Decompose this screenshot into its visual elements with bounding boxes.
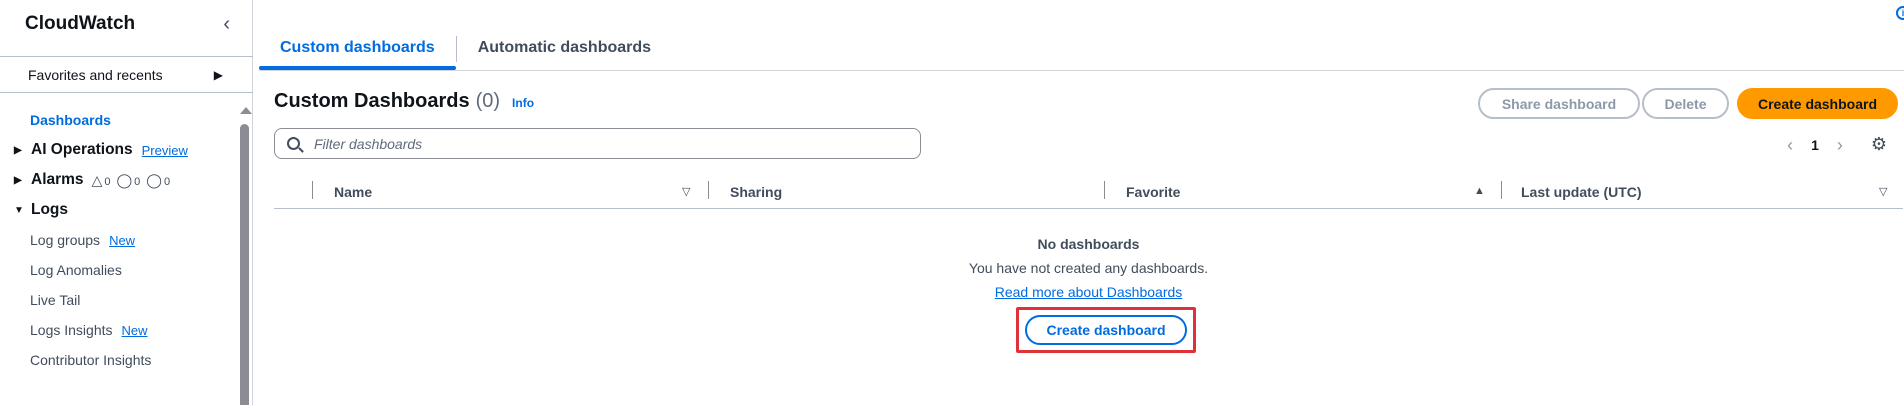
page-number[interactable]: 1 — [1811, 137, 1819, 153]
sidebar-nav: Dashboards ▶ AI Operations Preview ▶ Ala… — [0, 105, 236, 375]
sidebar-title: CloudWatch — [25, 13, 136, 34]
sidebar-item-label: Logs Insights — [30, 322, 113, 338]
alarm-ok-count: ◯ 0 — [116, 172, 140, 189]
sidebar-item-log-anomalies[interactable]: Log Anomalies — [0, 255, 236, 285]
sidebar-item-label: Log groups — [30, 232, 101, 248]
alarm-count-value: 0 — [104, 175, 111, 188]
favorites-label: Favorites and recents — [28, 66, 163, 83]
sidebar-section-label: Logs — [31, 201, 69, 218]
alarm-in-alarm-count: △ 0 — [92, 172, 111, 189]
column-header-favorite[interactable]: Favorite — [1126, 181, 1180, 203]
sidebar-section-logs[interactable]: ▼ Logs — [0, 195, 236, 225]
alarm-count-value: 0 — [134, 175, 141, 188]
ellipsis-circle-icon: ◯ — [146, 171, 162, 188]
page-title-text: Custom Dashboards — [274, 90, 470, 112]
sidebar-item-dashboards[interactable]: Dashboards — [0, 105, 236, 135]
new-badge-link[interactable]: New — [109, 233, 135, 248]
info-link[interactable]: Info — [512, 96, 534, 110]
preview-badge-link[interactable]: Preview — [142, 143, 188, 158]
column-divider[interactable] — [708, 181, 709, 199]
sort-down-icon[interactable]: ▽ — [1879, 185, 1887, 198]
filter-dashboards[interactable] — [274, 128, 921, 159]
tab-list: Custom dashboards Automatic dashboards — [259, 28, 672, 70]
sidebar-item-log-groups[interactable]: Log groups New — [0, 225, 236, 255]
tab-custom-dashboards[interactable]: Custom dashboards — [259, 28, 456, 70]
warning-triangle-icon: △ — [91, 171, 103, 188]
dashboard-count: (0) — [475, 90, 501, 112]
new-badge-link[interactable]: New — [122, 323, 148, 338]
column-header-sharing[interactable]: Sharing — [730, 181, 782, 203]
sidebar-item-contributor-insights[interactable]: Contributor Insights — [0, 345, 236, 375]
column-header-name[interactable]: Name — [334, 181, 372, 203]
check-circle-icon: ◯ — [116, 171, 133, 188]
chevron-left-icon[interactable]: ‹ — [1787, 136, 1793, 154]
caret-right-icon: ▶ — [14, 174, 22, 186]
sidebar-section-alarms[interactable]: ▶ Alarms △ 0 ◯ 0 ◯ 0 — [0, 165, 236, 195]
caret-right-icon: ▶ — [14, 144, 22, 156]
read-more-link[interactable]: Read more about Dashboards — [995, 280, 1183, 304]
empty-state-description: You have not created any dashboards. — [968, 260, 1209, 276]
sidebar-item-logs-insights[interactable]: Logs Insights New — [0, 315, 236, 345]
main-content: Custom dashboards Automatic dashboards i… — [254, 0, 1904, 405]
pagination: ‹ 1 › ⚙ — [1787, 134, 1887, 155]
sidebar-section-label: AI Operations — [31, 141, 133, 158]
tabs-underline — [259, 70, 1904, 71]
column-divider[interactable] — [1104, 181, 1105, 199]
table-header: Name ▽ Sharing Favorite ▲ Last update (U… — [274, 178, 1903, 209]
column-divider[interactable] — [1501, 181, 1502, 199]
share-dashboard-button[interactable]: Share dashboard — [1478, 88, 1640, 119]
page-title: Custom Dashboards (0) Info — [274, 90, 534, 113]
sort-down-icon[interactable]: ▽ — [682, 185, 690, 198]
caret-right-icon: ▶ — [213, 67, 223, 82]
chevron-left-icon[interactable]: ‹ — [223, 14, 230, 34]
sort-up-icon[interactable]: ▲ — [1474, 185, 1485, 197]
sidebar-scrollbar[interactable] — [240, 124, 249, 405]
empty-state: No dashboards You have not created any d… — [274, 232, 1903, 353]
cloudwatch-dashboards-page: CloudWatch ‹ Favorites and recents ▶ Das… — [0, 0, 1904, 405]
sidebar-section-ai-operations[interactable]: ▶ AI Operations Preview — [0, 135, 236, 165]
empty-create-dashboard-button[interactable]: Create dashboard — [1025, 315, 1187, 345]
scroll-up-arrow[interactable] — [240, 107, 252, 114]
empty-state-title: No dashboards — [1037, 236, 1140, 252]
alarm-counts: △ 0 ◯ 0 ◯ 0 — [92, 172, 171, 189]
favorites-and-recents[interactable]: Favorites and recents ▶ — [0, 56, 253, 93]
column-header-last-update[interactable]: Last update (UTC) — [1521, 181, 1642, 203]
filter-input[interactable] — [314, 135, 894, 152]
sidebar: CloudWatch ‹ Favorites and recents ▶ Das… — [0, 0, 253, 405]
highlight-box: Create dashboard — [1016, 307, 1196, 353]
search-icon — [287, 137, 300, 150]
column-divider — [312, 181, 313, 199]
chevron-right-icon[interactable]: › — [1837, 136, 1843, 154]
sidebar-header: CloudWatch ‹ — [0, 0, 252, 48]
sidebar-item-live-tail[interactable]: Live Tail — [0, 285, 236, 315]
info-icon[interactable]: i — [1896, 6, 1904, 20]
caret-down-icon: ▼ — [14, 204, 24, 216]
sidebar-section-label: Alarms — [31, 171, 84, 188]
delete-button[interactable]: Delete — [1642, 88, 1729, 119]
gear-icon[interactable]: ⚙ — [1871, 134, 1887, 155]
alarm-count-value: 0 — [163, 175, 171, 188]
alarm-insufficient-count: ◯ 0 — [146, 172, 170, 189]
create-dashboard-button[interactable]: Create dashboard — [1737, 88, 1898, 119]
tab-automatic-dashboards[interactable]: Automatic dashboards — [457, 28, 672, 70]
